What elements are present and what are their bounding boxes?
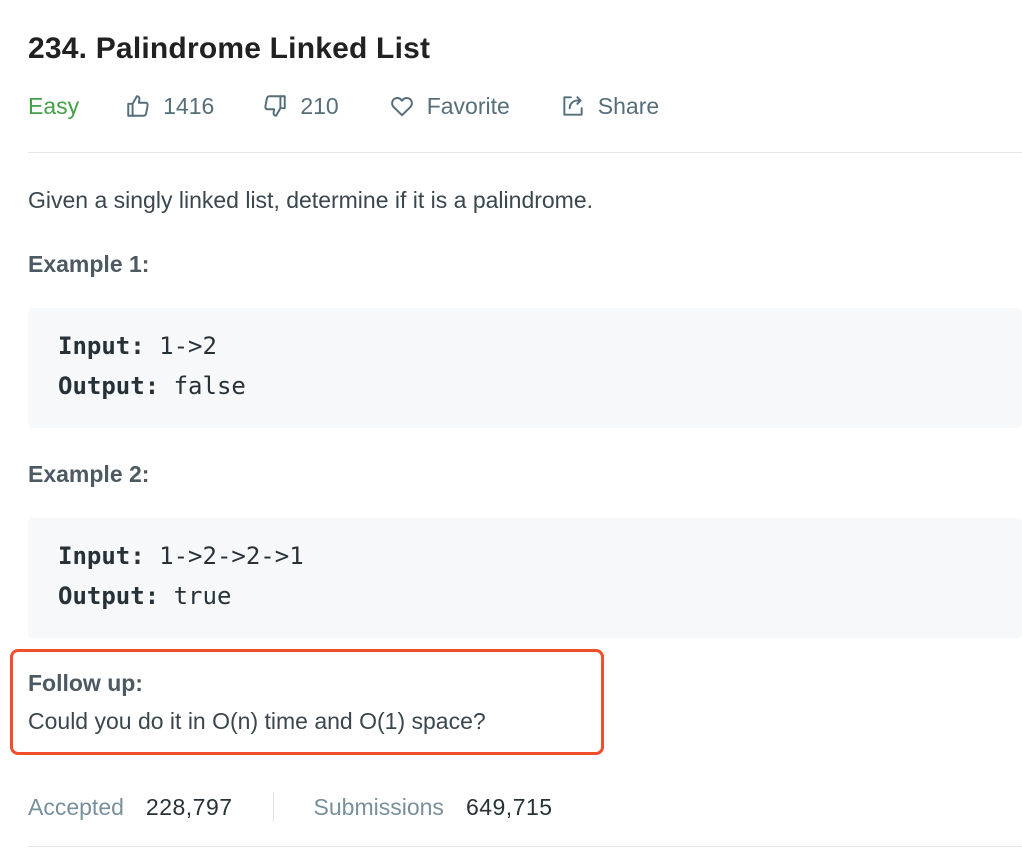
example-2-output-value: true [159,582,232,610]
favorite-label: Favorite [426,92,510,119]
likes-count: 1416 [163,92,215,119]
problem-meta-row: Easy 1416 210 Favorite Share [28,88,659,124]
example-1-input-line: Input: 1->2 [58,330,217,362]
problem-page: 234. Palindrome Linked List Easy 1416 21… [0,0,1022,864]
submissions-label: Submissions [313,793,444,820]
like-button[interactable]: 1416 [125,93,214,120]
favorite-button[interactable]: Favorite [389,93,510,120]
difficulty-badge: Easy [28,92,80,119]
example-1-output-key: Output: [58,372,160,400]
example-2-input-value: 1->2->2->1 [144,542,304,570]
example-1-input-value: 1->2 [144,332,217,360]
thumbs-down-icon [264,95,287,117]
example-1-code-block: Input: 1->2 Output: false [28,308,1022,428]
example-2-input-line: Input: 1->2->2->1 [58,540,304,572]
dislikes-count: 210 [300,92,339,119]
footer-divider [28,846,1022,847]
example-1-label: Example 1: [28,251,150,277]
submission-stats: Accepted 228,797 Submissions 649,715 [28,790,553,824]
follow-up-title: Follow up: [28,670,143,696]
follow-up-text: Could you do it in O(n) time and O(1) sp… [28,708,486,734]
example-2-input-key: Input: [58,542,145,570]
example-1-output-value: false [159,372,246,400]
accepted-label: Accepted [28,793,124,820]
example-2-code-block: Input: 1->2->2->1 Output: true [28,518,1022,638]
share-label: Share [597,92,660,119]
thumbs-up-icon [127,95,149,117]
follow-up-highlight-box [10,649,604,755]
heart-icon [390,97,413,117]
problem-description: Given a singly linked list, determine if… [28,187,594,213]
accepted-value: 228,797 [145,793,233,820]
stats-separator [272,792,274,822]
example-1-input-key: Input: [58,332,145,360]
example-2-output-key: Output: [58,582,160,610]
dislike-button[interactable]: 210 [262,92,339,120]
submissions-value: 649,715 [465,793,553,820]
problem-title: 234. Palindrome Linked List [28,32,431,65]
example-1-output-line: Output: false [58,370,246,402]
header-divider [28,152,1022,153]
example-2-output-line: Output: true [58,580,231,612]
example-2-label: Example 2: [28,461,150,487]
share-icon [563,96,583,116]
share-button[interactable]: Share [560,93,659,120]
